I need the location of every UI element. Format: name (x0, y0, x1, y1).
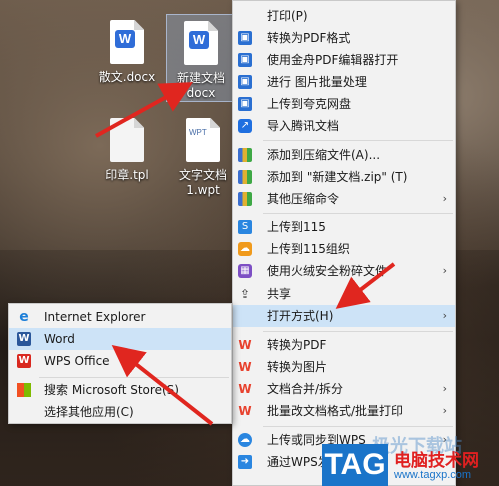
archive-icon (238, 148, 252, 162)
huorong-shred-icon: ▦ (238, 264, 252, 278)
chevron-right-icon: › (442, 192, 447, 205)
watermark-url: www.tagxp.com (394, 469, 472, 481)
menu-item-label: 通过WPS发 (267, 455, 330, 469)
watermark-tag-logo: TAG (322, 444, 388, 486)
upload-115-icon: S (238, 220, 252, 234)
submenu-item-internet-explorer[interactable]: e Internet Explorer (9, 306, 231, 328)
menu-separator (263, 140, 453, 141)
menu-item-wps-merge-split[interactable]: W 文档合并/拆分 › (233, 378, 455, 400)
tencent-docs-icon: ↗ (238, 119, 252, 133)
menu-separator (263, 213, 453, 214)
desktop-file-name-ext: docx (186, 86, 216, 100)
menu-item-other-archive[interactable]: 其他压缩命令 › (233, 188, 455, 210)
menu-item-label: 转换为PDF (267, 338, 327, 352)
internet-explorer-icon: e (19, 309, 29, 325)
menu-item-label: 导入腾讯文档 (267, 119, 340, 133)
menu-item-huorong-shred[interactable]: ▦ 使用火绒安全粉碎文件 › (233, 260, 455, 282)
menu-item-upload-115-org[interactable]: ☁ 上传到115组织 (233, 238, 455, 260)
wps-send-icon: ➜ (238, 455, 252, 469)
wps-batch-icon: W (238, 404, 252, 418)
menu-item-label: 使用火绒安全粉碎文件 (267, 264, 388, 278)
menu-item-label: 其他压缩命令 (267, 192, 340, 206)
desktop-file-icon[interactable]: WPT 文字文档 1.wpt (168, 118, 238, 197)
submenu-item-label: WPS Office (44, 354, 110, 368)
menu-item-tencent-docs[interactable]: ↗ 导入腾讯文档 (233, 115, 455, 137)
quark-cloud-icon: ▣ (238, 97, 252, 111)
wps-office-icon: W (17, 354, 31, 368)
submenu-item-search-store[interactable]: 搜索 Microsoft Store(S) (9, 379, 231, 401)
menu-item-label: 上传到115组织 (267, 242, 350, 256)
menu-item-label: 共享 (267, 287, 292, 301)
menu-item-open-with[interactable]: 打开方式(H) › (233, 305, 455, 327)
menu-separator (39, 377, 229, 378)
menu-item-label: 使用金舟PDF编辑器打开 (267, 53, 399, 67)
desktop-file-name: 印章.tpl (105, 168, 149, 182)
menu-item-quark-upload[interactable]: ▣ 上传到夸克网盘 (233, 93, 455, 115)
word-doc-icon: W (110, 20, 144, 64)
desktop-file-name: 文字文档 (178, 168, 227, 182)
submenu-item-label: Internet Explorer (44, 310, 146, 324)
submenu-item-word[interactable]: W Word (9, 328, 231, 350)
menu-item-add-archive[interactable]: 添加到压缩文件(A)... (233, 144, 455, 166)
chevron-right-icon: › (442, 309, 447, 322)
desktop-file-icon[interactable]: 印章.tpl (92, 118, 162, 183)
chevron-right-icon: › (442, 404, 447, 417)
menu-separator (263, 331, 453, 332)
share-icon: ⇪ (239, 287, 251, 301)
menu-separator (263, 426, 453, 427)
archive-more-icon (238, 192, 252, 206)
pdf-editor-icon: ▣ (238, 53, 252, 67)
menu-item-wps-to-pdf[interactable]: W 转换为PDF (233, 334, 455, 356)
menu-item-image-batch[interactable]: ▣ 进行 图片批量处理 (233, 71, 455, 93)
menu-item-label: 进行 图片批量处理 (267, 75, 367, 89)
menu-item-convert-pdf-format[interactable]: ▣ 转换为PDF格式 (233, 27, 455, 49)
blank-file-icon (110, 118, 144, 162)
menu-item-label: 转换为PDF格式 (267, 31, 351, 45)
menu-item-upload-115[interactable]: S 上传到115 (233, 216, 455, 238)
menu-item-label: 上传到夸克网盘 (267, 97, 352, 111)
submenu-item-label: 选择其他应用(C) (44, 405, 134, 419)
menu-item-label: 打开方式(H) (267, 309, 334, 323)
menu-item-print[interactable]: 打印(P) (233, 5, 455, 27)
wpt-file-icon: WPT (186, 118, 220, 162)
menu-item-wps-batch[interactable]: W 批量改文档格式/批量打印 › (233, 400, 455, 422)
submenu-item-choose-other-app[interactable]: 选择其他应用(C) (9, 401, 231, 423)
word-icon: W (17, 332, 31, 346)
menu-item-label: 打印(P) (267, 9, 308, 23)
wps-merge-icon: W (238, 382, 252, 396)
menu-item-label: 转换为图片 (267, 360, 328, 374)
word-doc-icon: W (184, 21, 218, 65)
wps-image-icon: W (238, 360, 252, 374)
submenu-item-label: 搜索 Microsoft Store(S) (44, 383, 179, 397)
menu-item-label: 添加到压缩文件(A)... (267, 148, 381, 162)
store-icon (17, 383, 31, 397)
desktop-file-name: 新建文档 (176, 71, 225, 85)
desktop-file-name: 散文.docx (98, 70, 156, 84)
context-menu: 打印(P) ▣ 转换为PDF格式 ▣ 使用金舟PDF编辑器打开 ▣ 进行 图片批… (232, 0, 456, 486)
pdf-convert-icon: ▣ (238, 31, 252, 45)
open-with-submenu: e Internet Explorer W Word W WPS Office … (8, 303, 232, 424)
desktop-file-icon[interactable]: W 散文.docx (92, 20, 162, 85)
menu-item-wps-to-image[interactable]: W 转换为图片 (233, 356, 455, 378)
watermark: TAG 电脑技术网 www.tagxp.com (322, 444, 499, 486)
archive-zip-icon (238, 170, 252, 184)
menu-item-label: 上传到115 (267, 220, 326, 234)
submenu-item-label: Word (44, 332, 75, 346)
menu-item-label: 批量改文档格式/批量打印 (267, 404, 404, 418)
image-batch-icon: ▣ (238, 75, 252, 89)
wps-cloud-icon: ☁ (238, 433, 252, 447)
menu-item-open-jinzhou-pdf[interactable]: ▣ 使用金舟PDF编辑器打开 (233, 49, 455, 71)
desktop-file-name-ext: 1.wpt (186, 183, 220, 197)
chevron-right-icon: › (442, 382, 447, 395)
menu-item-add-zip[interactable]: 添加到 "新建文档.zip" (T) (233, 166, 455, 188)
menu-item-label: 添加到 "新建文档.zip" (T) (267, 170, 408, 184)
upload-115-org-icon: ☁ (238, 242, 252, 256)
menu-item-label: 文档合并/拆分 (267, 382, 344, 396)
wps-pdf-icon: W (238, 338, 252, 352)
submenu-item-wps-office[interactable]: W WPS Office (9, 350, 231, 372)
menu-item-share[interactable]: ⇪ 共享 (233, 283, 455, 305)
chevron-right-icon: › (442, 264, 447, 277)
watermark-title: 电脑技术网 (394, 451, 479, 471)
desktop-file-icon-selected[interactable]: W 新建文档 docx (166, 14, 236, 102)
